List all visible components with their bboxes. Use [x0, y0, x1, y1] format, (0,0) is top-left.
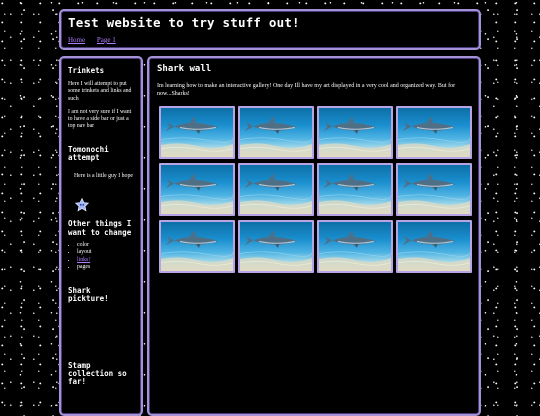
other-things-heading: Other things I want to change [68, 219, 132, 237]
trinkets-text: Here I will attempt to put some trinkets… [68, 81, 132, 102]
shark-thumbnail[interactable] [396, 220, 472, 273]
links-link[interactable]: links! [77, 257, 90, 263]
todo-item-color: color [77, 242, 134, 250]
todo-list: color layout links! pages [68, 242, 134, 272]
main-description: Im learning how to make an interactive g… [157, 83, 456, 97]
site-title: Test website to try stuff out! [68, 15, 300, 30]
shark-thumbnail[interactable] [317, 220, 393, 273]
shark-gallery [159, 106, 472, 273]
shark-thumbnail[interactable] [238, 163, 314, 216]
tomonochi-pet-icon[interactable] [74, 197, 90, 212]
main-panel: Shark wall Im learning how to make an in… [147, 56, 481, 416]
nav-link-page-1[interactable]: Page 1 [97, 36, 116, 44]
stamp-collection-heading: Stamp collection so far! [68, 360, 127, 387]
shark-thumbnail[interactable] [159, 163, 235, 216]
nav-link-home[interactable]: Home [68, 36, 85, 44]
tomonochi-heading: Tomonochi attempt [68, 144, 109, 162]
todo-item-pages: pages [77, 264, 134, 272]
shark-picture-heading: Shark pickture! [68, 286, 109, 304]
top-nav: Home Page 1 [68, 36, 472, 44]
tomonochi-text: Here is a little guy I hope [74, 173, 133, 180]
shark-thumbnail[interactable] [159, 220, 235, 273]
shark-thumbnail[interactable] [396, 163, 472, 216]
main-title: Shark wall [157, 64, 212, 74]
trinkets-heading: Trinkets [68, 66, 105, 75]
sidebar-panel: Trinkets Here I will attempt to put some… [59, 56, 143, 416]
todo-item-links: links! [77, 257, 134, 265]
header-panel: Test website to try stuff out! Home Page… [59, 9, 481, 50]
shark-thumbnail[interactable] [317, 106, 393, 159]
shark-thumbnail[interactable] [317, 163, 393, 216]
shark-thumbnail[interactable] [159, 106, 235, 159]
shark-thumbnail[interactable] [238, 106, 314, 159]
shark-thumbnail[interactable] [396, 106, 472, 159]
shark-thumbnail[interactable] [238, 220, 314, 273]
trinkets-note: I am not very sure if I want to have a s… [68, 108, 132, 130]
todo-item-layout: layout [77, 249, 134, 257]
